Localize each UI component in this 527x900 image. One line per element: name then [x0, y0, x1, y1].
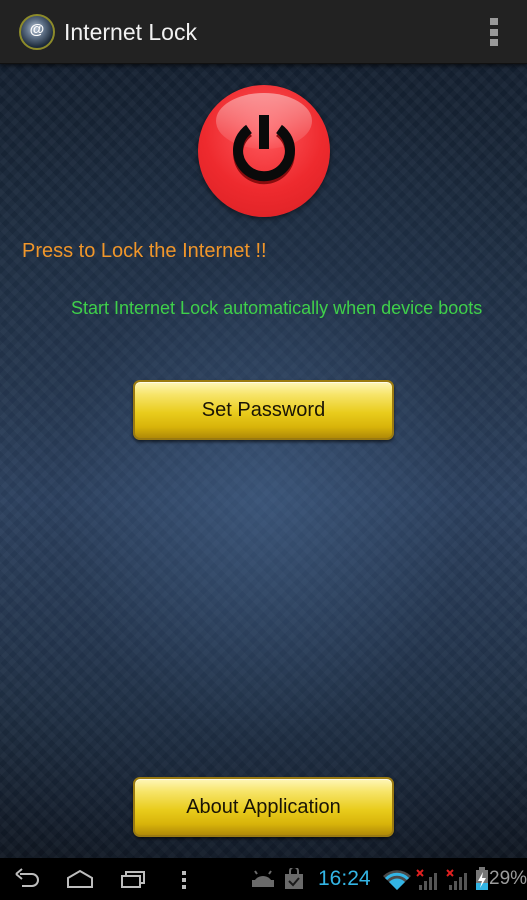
menu-icon[interactable] — [180, 868, 188, 895]
home-icon[interactable] — [66, 868, 94, 895]
signal-no-sim-icon — [415, 867, 439, 896]
recent-apps-icon[interactable] — [120, 868, 146, 895]
power-lock-button[interactable] — [198, 85, 330, 217]
main-content: Press to Lock the Internet !! Start Inte… — [0, 63, 527, 858]
action-bar: @ Internet Lock — [0, 0, 527, 64]
play-store-update-icon — [284, 866, 304, 895]
app-title: Internet Lock — [64, 19, 197, 45]
android-debug-icon — [251, 870, 275, 893]
autostart-option[interactable]: Start Internet Lock automatically when d… — [71, 297, 491, 319]
back-icon[interactable] — [14, 868, 40, 895]
about-application-button[interactable]: About Application — [133, 777, 394, 837]
overflow-menu-icon[interactable] — [489, 18, 499, 46]
status-clock: 16:24 — [318, 867, 371, 890]
power-icon — [233, 115, 295, 185]
wifi-icon — [383, 870, 411, 895]
app-logo-glyph: @ — [29, 20, 45, 38]
app-logo-icon[interactable]: @ — [19, 14, 55, 50]
set-password-button[interactable]: Set Password — [133, 380, 394, 440]
lock-instruction-label: Press to Lock the Internet !! — [22, 240, 267, 262]
battery-percent: 29% — [489, 868, 527, 889]
signal-no-sim-icon — [445, 867, 469, 896]
battery-charging-icon — [475, 867, 489, 896]
system-navigation-bar: 16:24 29% — [0, 858, 527, 900]
